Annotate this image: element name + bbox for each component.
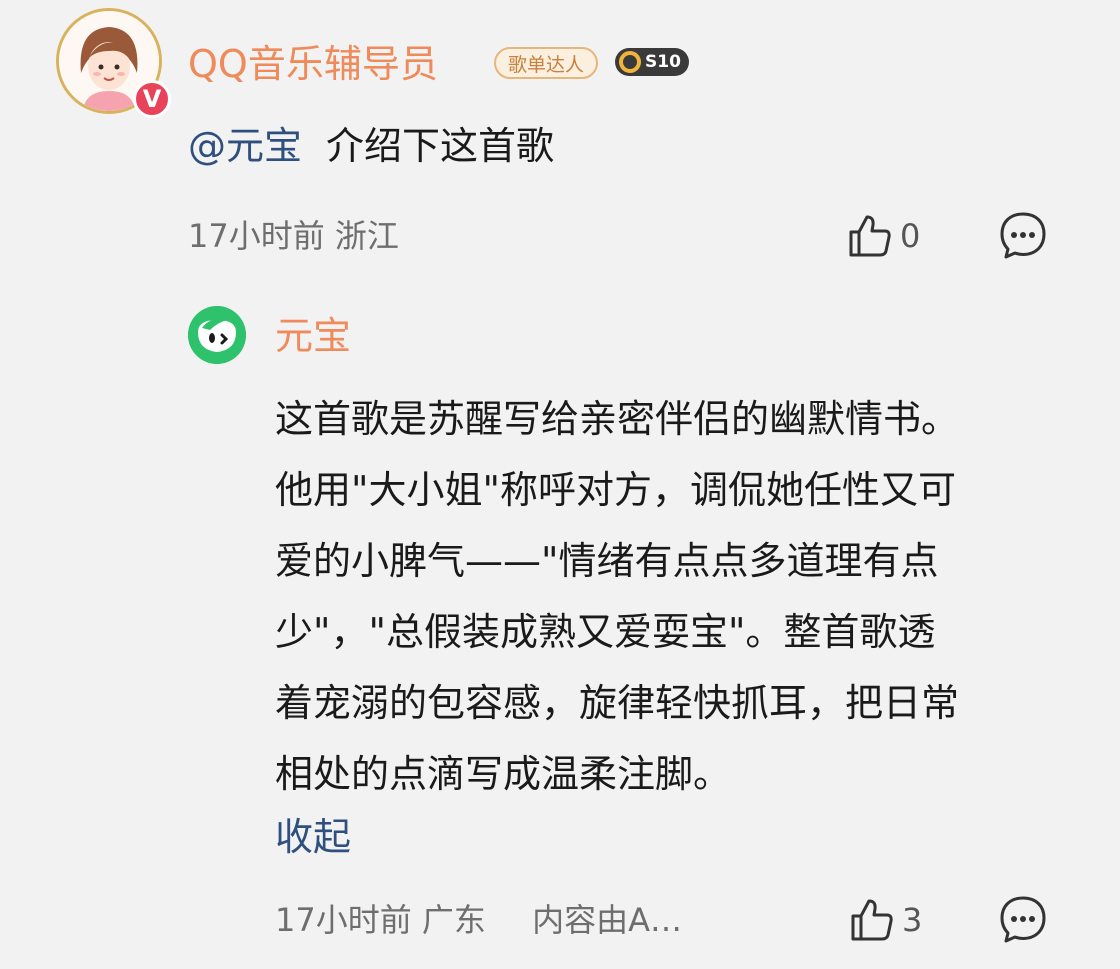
reply-location: 广东 [421,901,486,939]
badge-playlist-master[interactable]: 歌单达人 [494,47,598,79]
like-count: 0 [900,217,921,255]
yuanbao-logo-icon [188,306,246,364]
comment-like-button[interactable]: 0 [846,212,920,260]
reply-line: 着宠溺的包容感，旋律轻快抓耳，把日常 [275,681,960,725]
comment-text: 介绍下这首歌 [326,124,555,168]
comment-content: @元宝 介绍下这首歌 [188,120,554,172]
like-count: 3 [902,901,923,939]
reply-line: 这首歌是苏醒写给亲密伴侣的幽默情书。 [275,397,960,441]
comment-bubble-icon [1000,896,1046,943]
reply-username[interactable]: 元宝 [275,310,351,362]
comment-thread: V QQ音乐辅导员 歌单达人 S10 @元宝介绍下这首歌 17小时前 浙江 0 [0,0,1120,969]
comment-time: 17小时前 [188,217,325,255]
comment-meta: 17小时前 浙江 [188,216,399,256]
bot-avatar[interactable] [188,306,246,364]
reply-reply-button[interactable] [998,894,1048,948]
reply-meta: 17小时前 广东 内容由A… [275,900,682,940]
reply-line: 爱的小脾气——"情绪有点点多道理有点 [275,539,939,583]
thumbs-up-icon [849,215,891,257]
mention-link[interactable]: @元宝 [188,124,302,168]
reply-line: 少"，"总假装成熟又爱耍宝"。整首歌透 [275,610,936,654]
reply-line: 相处的点滴写成温柔注脚。 [275,752,732,796]
level-badge[interactable]: S10 [615,48,689,76]
reply-time: 17小时前 [275,901,412,939]
comment-reply-button[interactable] [998,210,1048,264]
level-badge-text: S10 [645,52,681,72]
level-ring-icon [619,51,641,73]
reply-line: 他用"大小姐"称呼对方，调侃她任性又可 [275,468,956,512]
collapse-button[interactable]: 收起 [275,811,351,863]
reply-like-button[interactable]: 3 [848,896,922,944]
comment-bubble-icon [1000,212,1046,259]
verified-v-icon: V [133,80,171,118]
thumbs-up-icon [851,899,893,941]
ai-content-note[interactable]: 内容由A… [532,901,682,939]
comment-username[interactable]: QQ音乐辅导员 [188,38,438,90]
user-avatar[interactable]: V [56,8,171,118]
comment-location: 浙江 [334,217,399,255]
reply-content: 这首歌是苏醒写给亲密伴侣的幽默情书。 他用"大小姐"称呼对方，调侃她任性又可 爱… [275,384,1075,810]
